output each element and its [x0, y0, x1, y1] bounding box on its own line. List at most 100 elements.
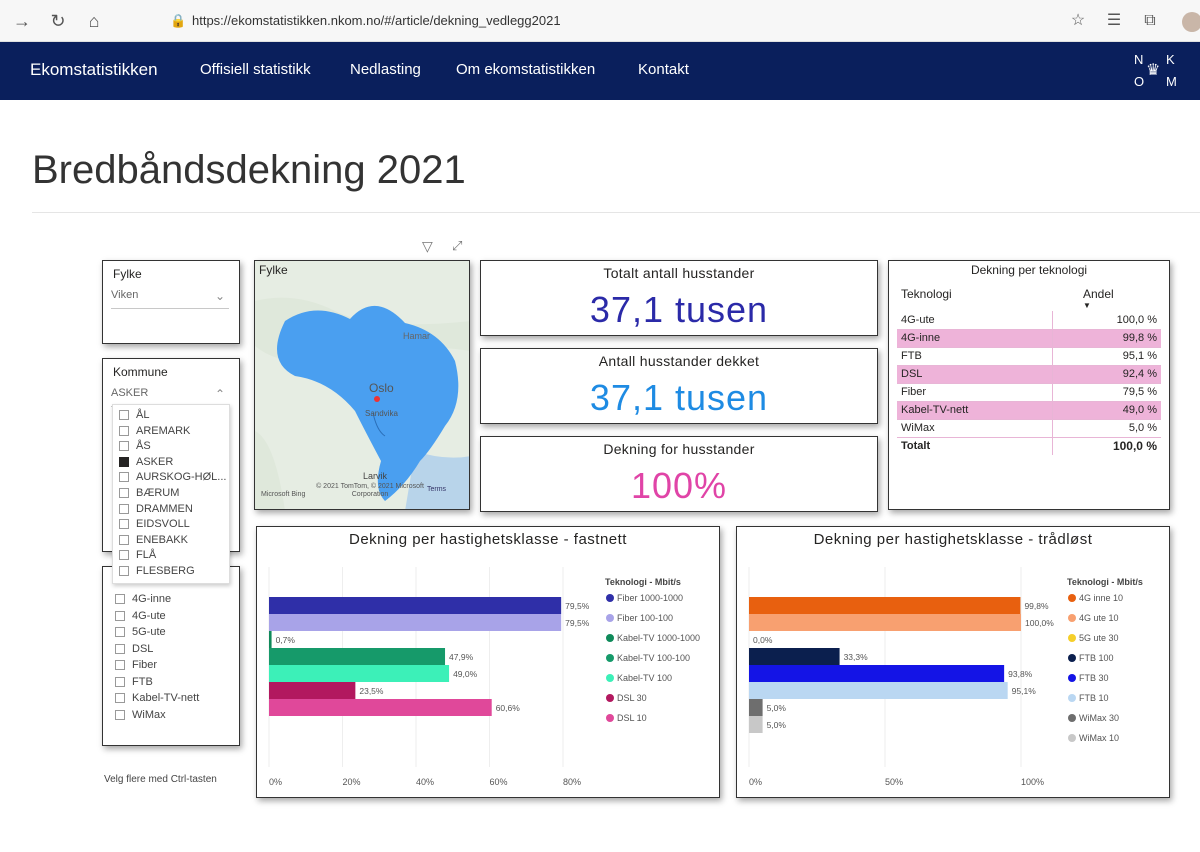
- checkbox[interactable]: [119, 456, 129, 467]
- table-row[interactable]: Kabel-TV-nett 49,0 %: [897, 401, 1161, 420]
- table-row[interactable]: 4G-inne 99,8 %: [897, 329, 1161, 348]
- checkbox[interactable]: [115, 594, 125, 604]
- total-label: Totalt: [901, 440, 931, 453]
- table-row[interactable]: WiMax 5,0 %: [897, 419, 1161, 438]
- bar: [269, 682, 356, 699]
- map-label-hamar: Hamar: [403, 331, 431, 341]
- kpi-covered-households: Antall husstander dekket 37,1 tusen: [480, 348, 878, 424]
- map-terms-link[interactable]: Terms: [427, 486, 446, 493]
- kpi-title: Dekning for husstander: [603, 441, 755, 457]
- collections-icon[interactable]: ⧉: [1138, 9, 1162, 33]
- forward-icon[interactable]: →: [10, 9, 34, 33]
- nkom-logo[interactable]: N K O M ♛: [1130, 48, 1180, 94]
- legend-dot: [1068, 614, 1076, 622]
- kommune-option[interactable]: BÆRUM: [119, 485, 179, 501]
- bar: [749, 699, 763, 716]
- site-nav: Ekomstatistikken Offisiell statistikk Ne…: [0, 42, 1200, 100]
- kommune-option[interactable]: FLESBERG: [119, 563, 195, 579]
- bar: [749, 682, 1008, 699]
- legend-dot: [1068, 634, 1076, 642]
- kommune-option[interactable]: DRAMMEN: [119, 501, 193, 517]
- checkbox[interactable]: [119, 488, 129, 498]
- legend-item: 4G inne 10: [1079, 593, 1123, 603]
- checkbox[interactable]: [119, 472, 129, 483]
- checkbox[interactable]: [115, 610, 125, 621]
- kommune-dropdown-list[interactable]: ÅL AREMARK ÅS ASKER AURSKOG-HØL... BÆRUM DRAMM…: [112, 404, 230, 584]
- bar: [269, 699, 492, 716]
- checkbox[interactable]: [115, 676, 125, 687]
- teknologi-option[interactable]: Fiber: [115, 657, 157, 673]
- tech-name: 4G-inne: [897, 329, 1053, 348]
- table-row[interactable]: DSL 92,4 %: [897, 365, 1161, 384]
- kommune-option[interactable]: FLÅ: [119, 547, 156, 563]
- legend-dot: [606, 634, 614, 642]
- reload-icon[interactable]: ↻: [46, 9, 70, 33]
- favorites-list-icon[interactable]: ☰: [1102, 9, 1126, 33]
- checkbox[interactable]: [119, 550, 129, 561]
- data-label: 99,8%: [1024, 601, 1049, 611]
- profile-avatar[interactable]: [1182, 12, 1200, 32]
- legend-item: Fiber 100-100: [617, 613, 673, 623]
- checkbox[interactable]: [119, 441, 129, 452]
- kommune-slicer-title: Kommune: [113, 365, 168, 379]
- kpi-value: 100%: [630, 465, 728, 506]
- checkbox[interactable]: [119, 534, 129, 545]
- map-visual[interactable]: Fylke Hamar Oslo Sandvika Larvik Microso…: [254, 260, 470, 510]
- nav-item-kontakt[interactable]: Kontakt: [638, 61, 689, 78]
- checkbox[interactable]: [115, 643, 125, 654]
- option-label: ENEBAKK: [136, 533, 188, 546]
- checkbox[interactable]: [115, 709, 125, 720]
- table-row[interactable]: 4G-ute 100,0 %: [897, 311, 1161, 330]
- teknologi-option[interactable]: WiMax: [115, 707, 166, 723]
- checkbox[interactable]: [115, 693, 125, 703]
- checkbox[interactable]: [119, 519, 129, 530]
- option-label: DSL: [132, 642, 154, 655]
- legend-item: FTB 30: [1079, 673, 1109, 683]
- legend-item: FTB 100: [1079, 653, 1114, 663]
- kommune-option[interactable]: EIDSVOLL: [119, 516, 190, 532]
- col-header-andel[interactable]: Andel: [1083, 287, 1114, 301]
- table-row[interactable]: Fiber 79,5 %: [897, 383, 1161, 402]
- tech-coverage-table: Dekning per teknologi Teknologi Andel ▼ …: [888, 260, 1170, 510]
- address-bar[interactable]: 🔒 https://ekomstatistikken.nkom.no/#/arti…: [170, 8, 1060, 34]
- kpi-title: Antall husstander dekket: [598, 353, 760, 369]
- table-row[interactable]: FTB 95,1 %: [897, 347, 1161, 366]
- chart-tradlost: Dekning per hastighetsklasse - trådløst …: [736, 526, 1170, 798]
- fylke-dropdown[interactable]: Viken ⌄: [111, 289, 229, 309]
- teknologi-option[interactable]: FTB: [115, 674, 153, 690]
- option-label: DRAMMEN: [136, 502, 193, 515]
- x-tick-label: 50%: [885, 777, 903, 787]
- teknologi-option[interactable]: 4G-ute: [115, 608, 166, 624]
- teknologi-option[interactable]: 4G-inne: [115, 591, 171, 607]
- teknologi-option[interactable]: 5G-ute: [115, 624, 166, 640]
- teknologi-option[interactable]: DSL: [115, 641, 153, 657]
- option-label: 5G-ute: [132, 626, 166, 638]
- nav-item-offisiell-statistikk[interactable]: Offisiell statistikk: [200, 61, 311, 78]
- option-label: ASKER: [136, 455, 174, 468]
- brand-link[interactable]: Ekomstatistikken: [30, 60, 158, 80]
- focus-mode-icon[interactable]: ⤢: [452, 238, 462, 254]
- kommune-option[interactable]: AURSKOG-HØL...: [119, 469, 226, 485]
- checkbox[interactable]: [115, 627, 125, 637]
- col-header-teknologi[interactable]: Teknologi: [901, 287, 952, 301]
- option-label: WiMax: [132, 708, 166, 721]
- checkbox[interactable]: [119, 503, 129, 514]
- kommune-option[interactable]: ÅS: [119, 438, 151, 454]
- checkbox[interactable]: [119, 410, 129, 420]
- total-value: 100,0 %: [1052, 437, 1161, 455]
- checkbox[interactable]: [119, 425, 129, 436]
- nav-item-nedlasting[interactable]: Nedlasting: [350, 61, 421, 78]
- home-icon[interactable]: ⌂: [82, 9, 106, 33]
- kommune-option[interactable]: ÅL: [119, 407, 149, 423]
- kommune-option[interactable]: AREMARK: [119, 423, 190, 439]
- kommune-option[interactable]: ENEBAKK: [119, 532, 188, 548]
- tech-name: DSL: [897, 365, 1053, 384]
- teknologi-option[interactable]: Kabel-TV-nett: [115, 690, 199, 706]
- kommune-option[interactable]: ASKER: [119, 454, 173, 470]
- nav-item-om-ekomstatistikken[interactable]: Om ekomstatistikken: [456, 61, 595, 78]
- favorite-icon[interactable]: ☆: [1066, 9, 1090, 33]
- checkbox[interactable]: [119, 566, 129, 576]
- filter-icon[interactable]: ▽: [422, 238, 433, 255]
- legend-dot: [606, 654, 614, 662]
- checkbox[interactable]: [115, 660, 125, 670]
